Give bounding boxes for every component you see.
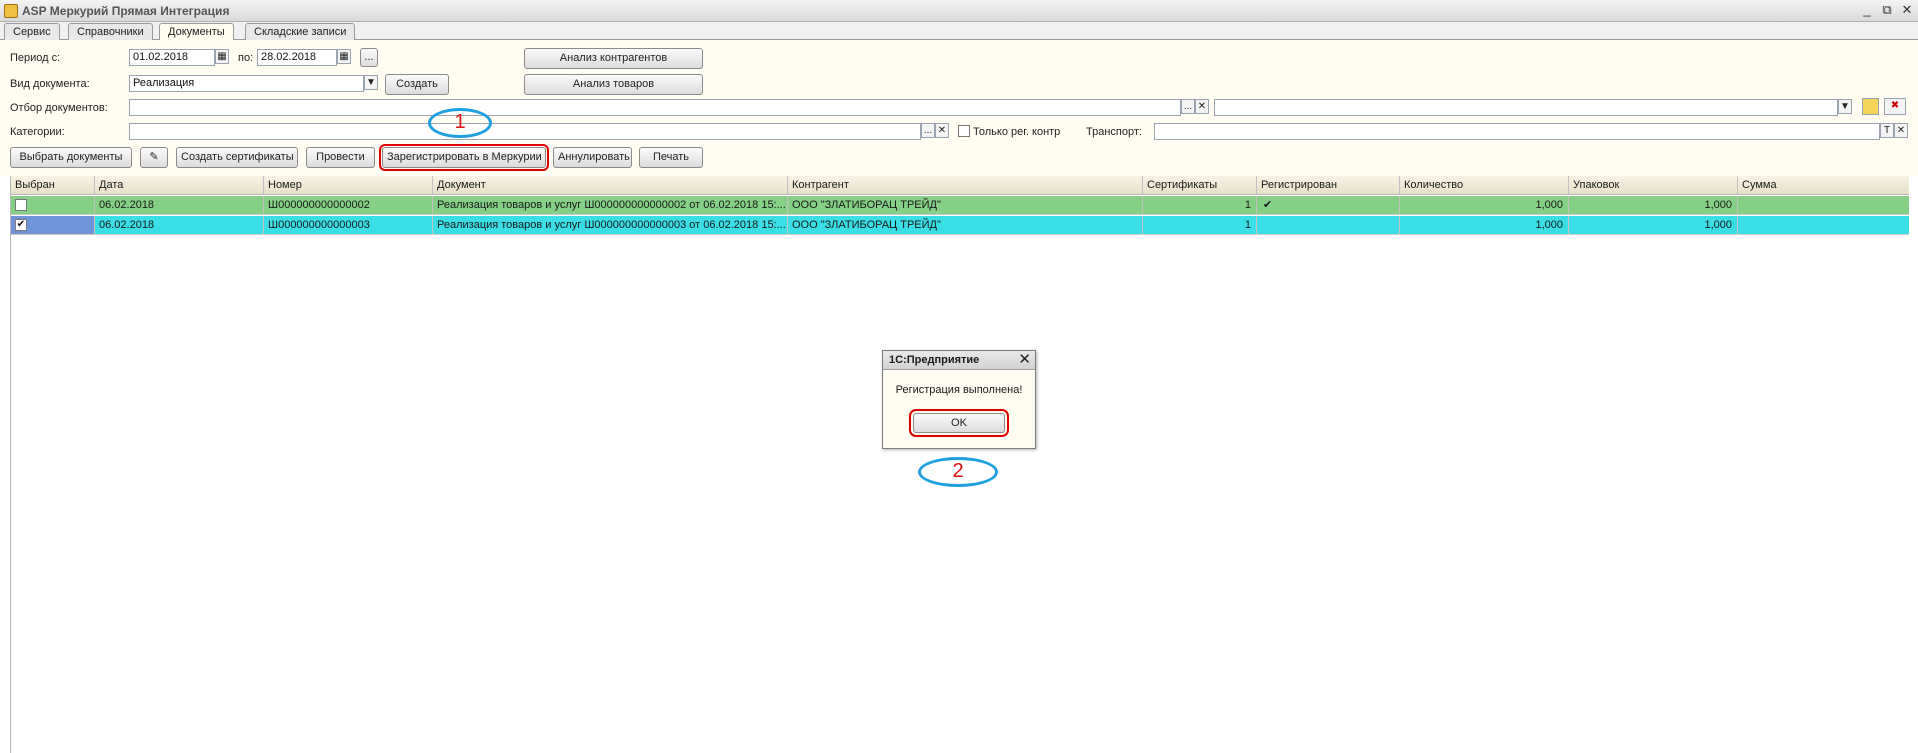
tab-documents[interactable]: Документы <box>159 23 234 41</box>
analysis-contractors-button[interactable]: Анализ контрагентов <box>524 48 703 69</box>
sum-cell <box>1738 216 1909 234</box>
table-row[interactable]: 06.02.2018 Ш000000000000002 Реализация т… <box>11 196 1909 215</box>
period-label: Период с: <box>10 52 61 64</box>
sum-cell <box>1738 196 1909 214</box>
period-more-button[interactable]: ... <box>360 48 378 67</box>
message-dialog: 1С:Предприятие ✕ Регистрация выполнена! … <box>882 350 1036 449</box>
edit-icon[interactable]: ✎ <box>140 147 168 168</box>
date-to-field[interactable]: 28.02.2018 <box>257 49 337 66</box>
categories-label: Категории: <box>10 126 65 138</box>
quantity-cell: 1,000 <box>1400 196 1569 214</box>
transport-clear-icon[interactable]: ✕ <box>1894 123 1908 138</box>
restore-button[interactable]: ⧉ <box>1878 2 1896 18</box>
tab-references[interactable]: Справочники <box>68 23 153 40</box>
select-cell: ✔ <box>11 216 95 234</box>
to-label: по: <box>238 52 254 64</box>
registered-cell <box>1257 216 1400 234</box>
calendar-from-icon[interactable]: ▦ <box>215 49 229 64</box>
row-checkbox[interactable]: ✔ <box>15 219 27 231</box>
calendar-to-icon[interactable]: ▦ <box>337 49 351 64</box>
annotation-2: 2 <box>918 457 998 487</box>
dialog-title-text: 1С:Предприятие <box>889 354 980 366</box>
dialog-close-icon[interactable]: ✕ <box>1018 352 1031 368</box>
selection-field[interactable] <box>129 99 1181 116</box>
select-cell <box>11 196 95 214</box>
row-checkbox[interactable] <box>15 199 27 211</box>
annul-button[interactable]: Аннулировать <box>553 147 632 168</box>
packs-cell: 1,000 <box>1569 196 1738 214</box>
categories-ellipsis-button[interactable]: ... <box>921 123 935 138</box>
categories-clear-icon[interactable]: ✕ <box>935 123 949 138</box>
minimize-button[interactable]: _ <box>1858 2 1876 18</box>
save-icon[interactable] <box>1862 98 1879 115</box>
post-button[interactable]: Провести <box>306 147 375 168</box>
col-document[interactable]: Документ <box>433 176 788 194</box>
close-window-button[interactable]: ✕ <box>1898 2 1916 18</box>
col-selected[interactable]: Выбран <box>11 176 95 194</box>
doc-type-select[interactable]: Реализация <box>129 75 364 92</box>
table-row[interactable]: ✔ 06.02.2018 Ш000000000000003 Реализация… <box>11 216 1909 235</box>
only-reg-label: Только рег. контр <box>973 126 1061 138</box>
col-contractor[interactable]: Контрагент <box>788 176 1143 194</box>
transport-t-button[interactable]: T <box>1880 123 1894 138</box>
register-mercury-button[interactable]: Зарегистрировать в Меркурии <box>379 144 549 171</box>
col-date[interactable]: Дата <box>95 176 264 194</box>
clear-settings-icon[interactable]: ✖ <box>1884 98 1906 115</box>
annotation-1: 1 <box>428 108 492 138</box>
section-tabs: Сервис Справочники Документы Складские з… <box>0 22 1918 41</box>
dialog-title: 1С:Предприятие <box>883 351 1035 370</box>
date-cell: 06.02.2018 <box>95 196 264 214</box>
preset-chevron-down-icon[interactable]: ▼ <box>1838 99 1852 114</box>
categories-field[interactable] <box>129 123 921 140</box>
registered-check-icon: ✔ <box>1257 196 1400 214</box>
window-titlebar: ASP Меркурий Прямая Интеграция _ ⧉ ✕ <box>0 0 1918 22</box>
app-icon <box>4 4 18 18</box>
print-button[interactable]: Печать <box>639 147 703 168</box>
doc-type-label: Вид документа: <box>10 78 90 90</box>
chevron-down-icon[interactable]: ▼ <box>364 75 378 90</box>
filter-form: Период с: 01.02.2018 ▦ по: 28.02.2018 ▦ … <box>0 40 1918 175</box>
col-quantity[interactable]: Количество <box>1400 176 1569 194</box>
window-title: ASP Меркурий Прямая Интеграция <box>22 4 230 18</box>
col-certificates[interactable]: Сертификаты <box>1143 176 1257 194</box>
selection-clear-icon[interactable]: ✕ <box>1195 99 1209 114</box>
col-packs[interactable]: Упаковок <box>1569 176 1738 194</box>
create-button[interactable]: Создать <box>385 74 449 95</box>
dialog-message: Регистрация выполнена! <box>895 384 1023 396</box>
selection-label: Отбор документов: <box>10 102 108 114</box>
selection-preset-field[interactable] <box>1214 99 1838 116</box>
document-cell: Реализация товаров и услуг Ш000000000000… <box>433 196 788 214</box>
certificates-cell: 1 <box>1143 216 1257 234</box>
col-number[interactable]: Номер <box>264 176 433 194</box>
selection-ellipsis-button[interactable]: ... <box>1181 99 1195 114</box>
transport-field[interactable] <box>1154 123 1880 140</box>
table-header: Выбран Дата Номер Документ Контрагент Се… <box>11 176 1909 195</box>
document-cell: Реализация товаров и услуг Ш000000000000… <box>433 216 788 234</box>
number-cell: Ш000000000000002 <box>264 196 433 214</box>
tab-warehouse-records[interactable]: Складские записи <box>245 23 356 40</box>
contractor-cell: ООО "ЗЛАТИБОРАЦ ТРЕЙД" <box>788 196 1143 214</box>
analysis-goods-button[interactable]: Анализ товаров <box>524 74 703 95</box>
only-reg-checkbox[interactable] <box>958 125 970 137</box>
select-documents-button[interactable]: Выбрать документы <box>10 147 132 168</box>
number-cell: Ш000000000000003 <box>264 216 433 234</box>
certificates-cell: 1 <box>1143 196 1257 214</box>
contractor-cell: ООО "ЗЛАТИБОРАЦ ТРЕЙД" <box>788 216 1143 234</box>
create-certificates-button[interactable]: Создать сертификаты <box>176 147 298 168</box>
col-sum[interactable]: Сумма <box>1738 176 1909 194</box>
tab-service[interactable]: Сервис <box>4 23 60 40</box>
date-from-field[interactable]: 01.02.2018 <box>129 49 215 66</box>
col-registered[interactable]: Регистрирован <box>1257 176 1400 194</box>
ok-button[interactable]: OK <box>909 409 1009 437</box>
transport-label: Транспорт: <box>1086 126 1142 138</box>
quantity-cell: 1,000 <box>1400 216 1569 234</box>
packs-cell: 1,000 <box>1569 216 1738 234</box>
date-cell: 06.02.2018 <box>95 216 264 234</box>
